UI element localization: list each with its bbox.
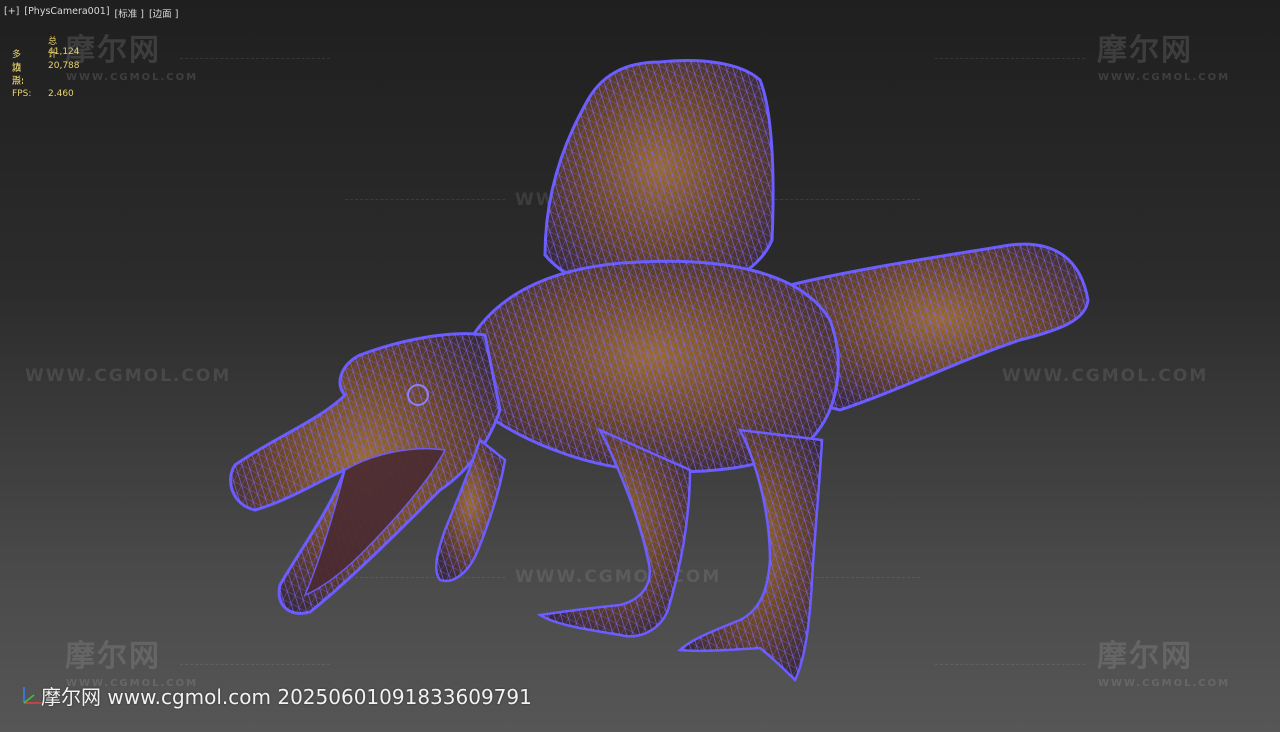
- spinosaurus-wireframe-model[interactable]: [0, 0, 1280, 732]
- dinosaur-body-group: [229, 59, 1090, 683]
- watermark-caption: 摩尔网 www.cgmol.com 20250601091833609791: [41, 685, 532, 709]
